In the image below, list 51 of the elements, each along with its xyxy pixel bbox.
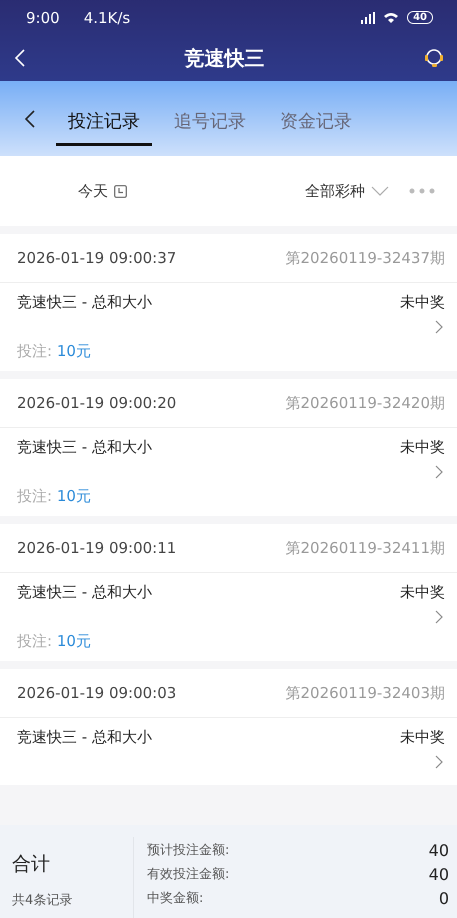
summary-value: 40 xyxy=(428,841,449,860)
battery-indicator: 40 xyxy=(407,11,433,24)
record-time: 2026-01-19 09:00:03 xyxy=(17,684,176,702)
record-card[interactable]: 2026-01-19 09:00:11 第20260119-32411期 竞速快三 - 总和大小 未中奖 投注: 10元 xyxy=(0,524,457,661)
status-time: 9:00 xyxy=(26,8,60,26)
record-count: 共4条记录 xyxy=(12,892,74,909)
network-speed: 4.1K/s xyxy=(84,8,130,26)
page-title: 竞速快三 xyxy=(184,44,266,72)
game-name: 竞速快三 - 总和大小 xyxy=(17,728,152,747)
summary-label: 有效投注金额: xyxy=(147,866,230,884)
record-time: 2026-01-19 09:00:20 xyxy=(17,394,176,412)
record-time: 2026-01-19 09:00:37 xyxy=(17,249,176,267)
summary-label: 中奖金额: xyxy=(147,890,204,908)
game-name: 竞速快三 - 总和大小 xyxy=(17,583,152,602)
record-card[interactable]: 2026-01-19 09:00:20 第20260119-32420期 竞速快三 - 总和大小 未中奖 投注: 10元 xyxy=(0,379,457,516)
back-icon[interactable] xyxy=(24,110,36,128)
bet-label: 投注: xyxy=(17,487,52,505)
issue-number: 第20260119-32411期 xyxy=(286,538,445,558)
bet-amount: 10元 xyxy=(56,487,91,505)
bet-amount: 10元 xyxy=(56,632,91,650)
bet-amount: 10元 xyxy=(56,342,91,360)
record-card[interactable]: 2026-01-19 09:00:37 第20260119-32437期 竞速快三 - 总和大小 未中奖 投注: 10元 xyxy=(0,234,457,371)
date-filter[interactable]: 今天 xyxy=(78,182,127,200)
issue-number: 第20260119-32437期 xyxy=(286,248,445,268)
record-time: 2026-01-19 09:00:11 xyxy=(17,539,176,557)
result-status: 未中奖 xyxy=(400,728,445,747)
chevron-right-icon xyxy=(435,465,443,479)
summary-value: 40 xyxy=(428,865,449,884)
signal-icon xyxy=(359,12,376,24)
tab[interactable]: 投注记录 xyxy=(56,91,152,146)
bet-label: 投注: xyxy=(17,632,52,650)
summary-title: 合计 xyxy=(12,852,51,877)
headset-icon[interactable] xyxy=(423,47,445,69)
game-name: 竞速快三 - 总和大小 xyxy=(17,438,152,457)
result-status: 未中奖 xyxy=(400,293,445,312)
chevron-right-icon xyxy=(435,755,443,769)
result-status: 未中奖 xyxy=(400,583,445,602)
chevron-down-icon xyxy=(371,186,389,196)
record-card[interactable]: 2026-01-19 09:00:03 第20260119-32403期 竞速快三 - 总和大小 未中奖 xyxy=(0,669,457,785)
game-name: 竞速快三 - 总和大小 xyxy=(17,293,152,312)
chevron-right-icon xyxy=(435,320,443,334)
issue-number: 第20260119-32403期 xyxy=(286,684,445,702)
summary-label: 预计投注金额: xyxy=(147,842,230,860)
lottery-filter[interactable]: 全部彩种 xyxy=(305,182,389,200)
clock-icon xyxy=(114,184,127,198)
result-status: 未中奖 xyxy=(400,438,445,457)
chevron-right-icon xyxy=(435,610,443,624)
wifi-icon xyxy=(383,12,400,24)
issue-number: 第20260119-32420期 xyxy=(286,394,445,412)
bet-label: 投注: xyxy=(17,342,52,360)
summary-value: 0 xyxy=(438,889,449,908)
